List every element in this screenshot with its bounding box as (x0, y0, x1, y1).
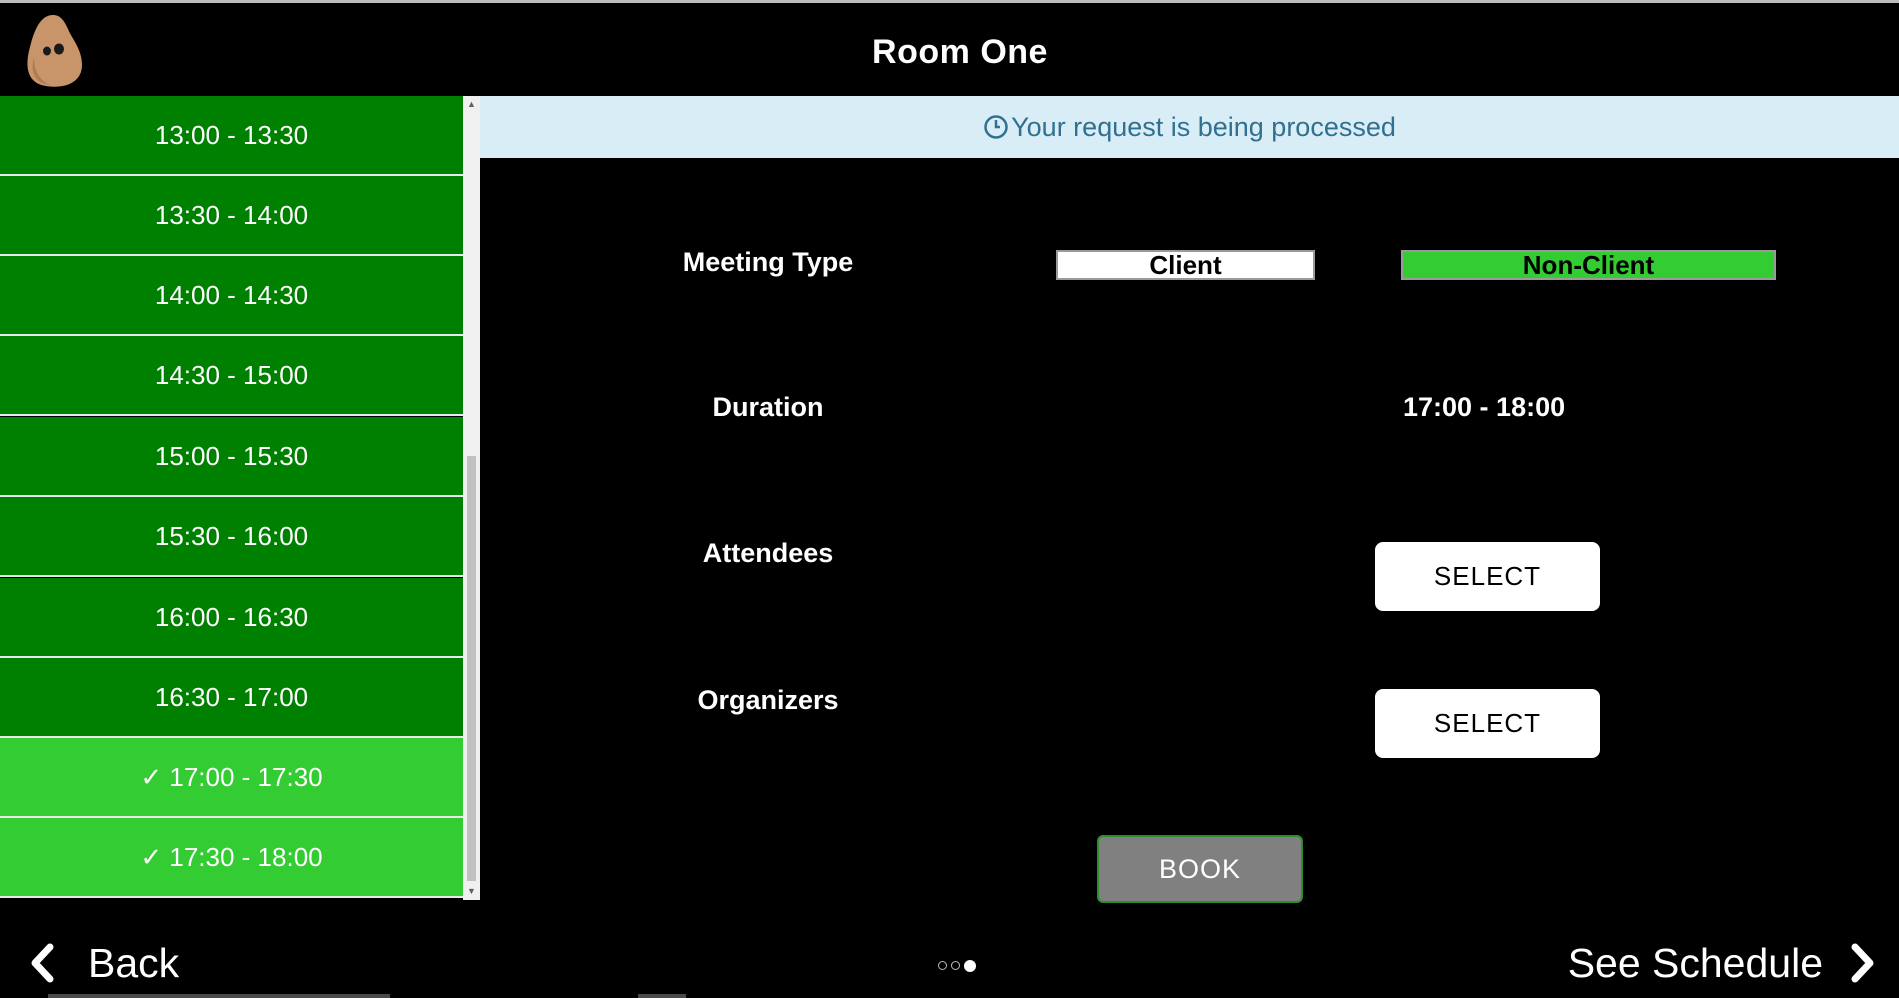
attendees-label: Attendees (702, 538, 834, 568)
bottom-divider (638, 994, 686, 998)
chevron-left-icon (31, 943, 54, 983)
page-dot (938, 961, 947, 970)
page-dot (951, 961, 960, 970)
page-title: Room One (872, 33, 1048, 71)
client-toggle-button[interactable]: Client (1056, 250, 1315, 280)
back-label: Back (88, 939, 180, 986)
header-bar: Room One (0, 3, 1899, 96)
scrollbar-thumb[interactable] (467, 456, 476, 881)
organizers-label: Organizers (697, 685, 839, 715)
time-slot[interactable]: 13:30 - 14:00 (0, 176, 463, 256)
duration-label: Duration (712, 392, 824, 422)
time-slot-selected[interactable]: ✓ 17:30 - 18:00 (0, 818, 463, 898)
time-slot[interactable]: 16:00 - 16:30 (0, 578, 463, 658)
scroll-up-arrow-icon[interactable]: ▲ (463, 96, 480, 113)
page-dot-active (964, 960, 976, 972)
page-indicator (938, 960, 976, 972)
book-button[interactable]: BOOK (1097, 835, 1303, 903)
time-slot[interactable]: 15:30 - 16:00 (0, 497, 463, 577)
see-schedule-label: See Schedule (1567, 939, 1823, 986)
status-banner-text: Your request is being processed (1011, 111, 1396, 142)
slot-list-scrollbar[interactable]: ▲ ▼ (463, 96, 480, 900)
select-attendees-button[interactable]: SELECT (1375, 542, 1600, 611)
time-slot-list[interactable]: 13:00 - 13:30 13:30 - 14:00 14:00 - 14:3… (0, 96, 463, 900)
back-button[interactable]: Back (28, 938, 179, 988)
bottom-divider (48, 994, 390, 998)
non-client-toggle-button[interactable]: Non-Client (1401, 250, 1776, 280)
time-slot[interactable]: 16:30 - 17:00 (0, 658, 463, 738)
select-organizers-button[interactable]: SELECT (1375, 689, 1600, 758)
scroll-down-arrow-icon[interactable]: ▼ (463, 883, 480, 900)
time-slot[interactable]: 15:00 - 15:30 (0, 417, 463, 497)
see-schedule-button[interactable]: See Schedule (1568, 938, 1877, 988)
time-slot[interactable]: 14:00 - 14:30 (0, 256, 463, 336)
clock-icon (984, 115, 1008, 139)
duration-value: 17:00 - 18:00 (1403, 392, 1566, 422)
chevron-right-icon (1851, 943, 1874, 983)
time-slot[interactable]: 14:30 - 15:00 (0, 336, 463, 416)
meeting-type-label: Meeting Type (682, 247, 854, 277)
status-banner: Your request is being processed (480, 96, 1899, 158)
time-slot-selected[interactable]: ✓ 17:00 - 17:30 (0, 738, 463, 818)
time-slot[interactable]: 13:00 - 13:30 (0, 96, 463, 176)
